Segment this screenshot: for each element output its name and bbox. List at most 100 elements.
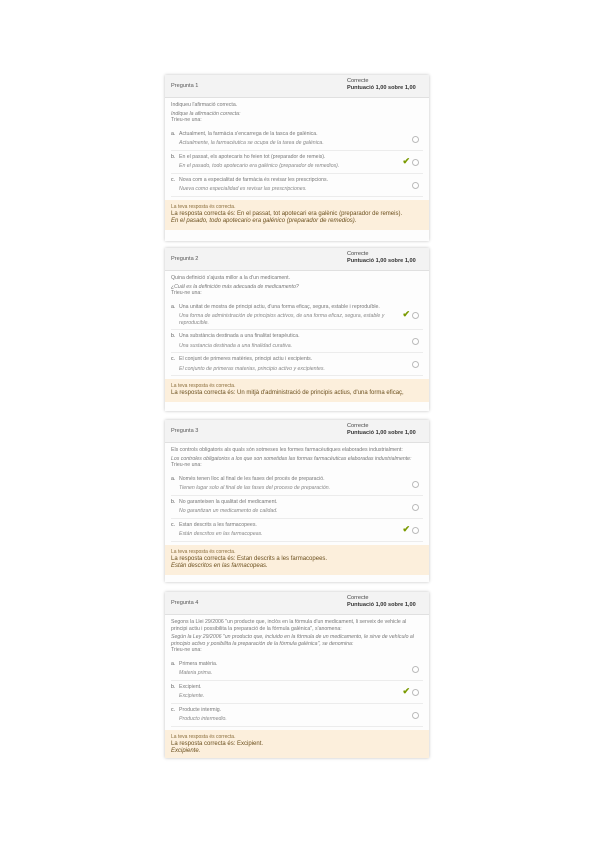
radio-button-icon[interactable] bbox=[412, 526, 419, 534]
option-letter: b. bbox=[171, 498, 176, 505]
option-text: Actualment, la farmàcia s'encarrega de l… bbox=[179, 130, 318, 137]
option-text-es: Una sustancia destinada a una finalidad … bbox=[179, 342, 293, 349]
option-text: Producte intermig. bbox=[179, 706, 222, 713]
feedback-box: La teva resposta és correcta. La respost… bbox=[165, 729, 429, 758]
option-c[interactable]: c. Estan descrits a les farmacopees. Est… bbox=[171, 519, 423, 542]
option-c[interactable]: c. Nova com a especialitat de farmàcia é… bbox=[171, 174, 423, 197]
radio-button-icon[interactable] bbox=[412, 688, 419, 696]
radio-button-icon[interactable] bbox=[412, 338, 419, 345]
question-text: Indiqueu l'afirmació correcta. bbox=[171, 102, 238, 108]
option-text: En el passat, els apotecaris ho feien to… bbox=[179, 153, 326, 160]
checkmark-icon: ✔ bbox=[402, 685, 410, 696]
score-label: Puntuació 1,00 sobre 1,00 bbox=[347, 85, 416, 91]
correct-answer: La resposta correcta és: En el passat, t… bbox=[171, 210, 403, 217]
option-text: Una substància destinada a una finalitat… bbox=[179, 333, 300, 339]
option-text-es: Excipiente. bbox=[179, 693, 205, 699]
option-text-es: Actualmente, la farmacéutica se ocupa de… bbox=[179, 140, 324, 146]
option-a[interactable]: a. Només tenen lloc al final de les fase… bbox=[171, 473, 423, 496]
option-letter: a. bbox=[171, 475, 176, 482]
option-c[interactable]: c. El conjunt de primeres matèries, prin… bbox=[171, 353, 423, 376]
question-header: Pregunta 2 Correcte Puntuació 1,00 sobre… bbox=[165, 248, 429, 271]
question-title: Pregunta 3 bbox=[171, 428, 199, 434]
option-letter: c. bbox=[171, 176, 176, 183]
option-text-es: No garantizan un medicamento de calidad. bbox=[179, 508, 278, 514]
question-card-4: Pregunta 4 Correcte Puntuació 1,00 sobre… bbox=[165, 592, 429, 758]
radio-button-icon[interactable] bbox=[412, 311, 419, 319]
option-text-es: Materia prima. bbox=[179, 670, 213, 676]
question-card-3: Pregunta 3 Correcte Puntuació 1,00 sobre… bbox=[165, 420, 429, 582]
option-text: Primera matèria. bbox=[179, 660, 218, 667]
radio-button-icon[interactable] bbox=[412, 135, 419, 143]
feedback-box: La teva resposta és correcta. La respost… bbox=[165, 379, 429, 402]
option-text-es: El conjunto de primeras materias, princi… bbox=[179, 365, 325, 372]
correct-answer-es: Excipiente. bbox=[171, 747, 201, 754]
correct-answer: La resposta correcta és: Un mitjà d'admi… bbox=[171, 390, 404, 396]
option-text: Una unitat de mostra de principi actiu, … bbox=[179, 303, 380, 310]
feedback-box: La teva resposta és correcta. La respost… bbox=[165, 544, 429, 575]
radio-button-icon[interactable] bbox=[412, 361, 419, 368]
option-a[interactable]: a. Una unitat de mostra de principi acti… bbox=[171, 301, 423, 330]
radio-button-icon[interactable] bbox=[412, 503, 419, 511]
feedback-label: La teva resposta és correcta. bbox=[171, 548, 236, 555]
option-text: El conjunt de primeres matèries, princip… bbox=[179, 356, 313, 362]
question-status: Correcte Puntuació 1,00 sobre 1,00 bbox=[347, 78, 416, 92]
question-card-2: Pregunta 2 Correcte Puntuació 1,00 sobre… bbox=[165, 248, 429, 411]
question-header: Pregunta 1 Correcte Puntuació 1,00 sobre… bbox=[165, 75, 429, 98]
option-b[interactable]: b. No garanteixen la qualitat del medica… bbox=[171, 496, 423, 519]
option-text-es: Una forma de administración de principio… bbox=[179, 313, 385, 326]
option-letter: c. bbox=[171, 356, 176, 362]
radio-button-icon[interactable] bbox=[412, 711, 419, 719]
choose-one-label: Trieu-ne una: bbox=[171, 290, 202, 296]
status-label: Correcte bbox=[347, 423, 369, 429]
checkmark-icon: ✔ bbox=[402, 155, 410, 166]
feedback-label: La teva resposta és correcta. bbox=[171, 383, 236, 389]
status-label: Correcte bbox=[347, 595, 369, 601]
correct-answer-es: Están descritos en las farmacopeas. bbox=[171, 562, 268, 569]
option-letter: c. bbox=[171, 706, 176, 713]
option-letter: a. bbox=[171, 130, 176, 137]
question-header: Pregunta 4 Correcte Puntuació 1,00 sobre… bbox=[165, 592, 429, 615]
question-title: Pregunta 2 bbox=[171, 256, 199, 262]
option-text: Només tenen lloc al final de les fases d… bbox=[179, 475, 325, 482]
option-letter: a. bbox=[171, 660, 176, 667]
question-text-es: Según la Ley 29/2006 "un producto que, i… bbox=[171, 634, 414, 647]
score-label: Puntuació 1,00 sobre 1,00 bbox=[347, 430, 416, 436]
question-text-es: Los controles obligatorios a los que son… bbox=[171, 455, 412, 462]
status-label: Correcte bbox=[347, 251, 369, 257]
status-label: Correcte bbox=[347, 78, 369, 84]
radio-button-icon[interactable] bbox=[412, 665, 419, 673]
option-letter: a. bbox=[171, 303, 176, 310]
correct-answer: La resposta correcta és: Estan descrits … bbox=[171, 555, 328, 562]
choose-one-label: Trieu-ne una: bbox=[171, 647, 202, 653]
correct-answer: La resposta correcta és: Excipient. bbox=[171, 740, 264, 747]
radio-button-icon[interactable] bbox=[412, 181, 419, 189]
option-text-es: En el pasado, todo apotecario era galéni… bbox=[179, 163, 340, 169]
option-b[interactable]: b. En el passat, els apotecaris ho feien… bbox=[171, 151, 423, 174]
option-b[interactable]: b. Excipient. Excipiente. ✔ bbox=[171, 681, 423, 704]
option-text-es: Producto intermedio. bbox=[179, 716, 227, 722]
option-c[interactable]: c. Producte intermig. Producto intermedi… bbox=[171, 704, 423, 727]
option-letter: b. bbox=[171, 333, 176, 339]
score-label: Puntuació 1,00 sobre 1,00 bbox=[347, 602, 416, 608]
option-text-es: Nueva como especialidad es revisar las p… bbox=[179, 186, 307, 192]
question-status: Correcte Puntuació 1,00 sobre 1,00 bbox=[347, 251, 416, 265]
feedback-label: La teva resposta és correcta. bbox=[171, 203, 236, 210]
option-a[interactable]: a. Primera matèria. Materia prima. bbox=[171, 658, 423, 681]
question-status: Correcte Puntuació 1,00 sobre 1,00 bbox=[347, 595, 416, 609]
radio-button-icon[interactable] bbox=[412, 158, 419, 166]
question-text: Segons la Llei 29/2006 "un producte que,… bbox=[171, 619, 407, 632]
option-a[interactable]: a. Actualment, la farmàcia s'encarrega d… bbox=[171, 128, 423, 151]
feedback-box: La teva resposta és correcta. La respost… bbox=[165, 199, 429, 230]
question-header: Pregunta 3 Correcte Puntuació 1,00 sobre… bbox=[165, 420, 429, 443]
question-text: Quina definició s'ajusta millor a la d'u… bbox=[171, 275, 291, 281]
option-text: Estan descrits a les farmacopees. bbox=[179, 521, 257, 528]
checkmark-icon: ✔ bbox=[402, 523, 410, 534]
choose-one-label: Trieu-ne una: bbox=[171, 462, 202, 468]
question-title: Pregunta 4 bbox=[171, 600, 199, 606]
option-text: No garanteixen la qualitat del medicamen… bbox=[179, 498, 278, 505]
option-b[interactable]: b. Una substància destinada a una finali… bbox=[171, 330, 423, 353]
checkmark-icon: ✔ bbox=[402, 308, 410, 319]
radio-button-icon[interactable] bbox=[412, 480, 419, 488]
question-title: Pregunta 1 bbox=[171, 83, 199, 89]
option-text-es: Tienen lugar solo al final de las fases … bbox=[179, 485, 331, 491]
